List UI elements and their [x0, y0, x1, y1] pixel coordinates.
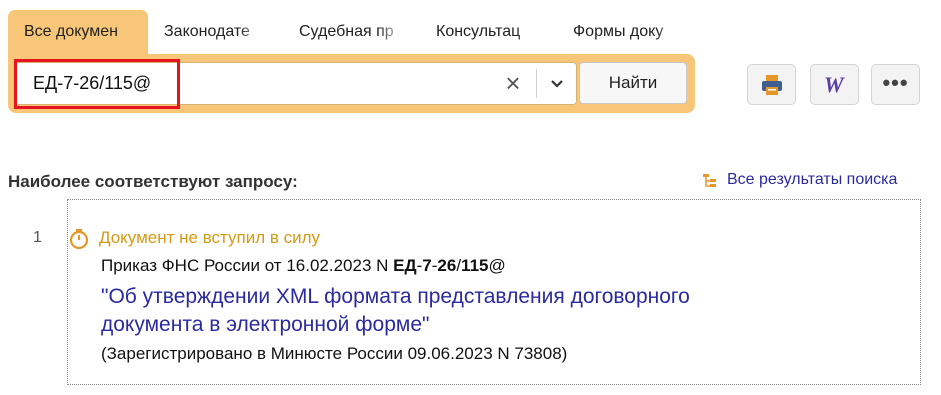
all-results-link[interactable]: Все результаты поиска [703, 171, 897, 189]
tab-label: Все докумен [24, 23, 118, 40]
tab-document-forms[interactable]: Формы доку [557, 10, 682, 54]
ref-match: 7 [422, 256, 432, 275]
word-export-button[interactable]: W [810, 64, 859, 105]
ref-match: 26 [437, 256, 457, 275]
tab-label: Консультац [436, 23, 521, 40]
tab-judicial-practice[interactable]: Судебная пр [283, 10, 404, 54]
status-text: Документ не вступил в силу [99, 228, 321, 247]
tab-label: Законодате [164, 23, 250, 40]
tab-label: Судебная пр [299, 23, 394, 40]
ref-prefix: Приказ ФНС России от 16.02.2023 N [101, 256, 394, 275]
title-line: "Об утверждении XML формата представлени… [101, 285, 690, 308]
find-button[interactable]: Найти [579, 62, 687, 104]
tab-consultations[interactable]: Консультац [420, 10, 542, 54]
document-reference: Приказ ФНС России от 16.02.2023 N ЕД-7-2… [101, 256, 506, 276]
svg-text:W: W [824, 73, 845, 97]
all-results-label: Все результаты поиска [727, 171, 898, 188]
stopwatch-icon [69, 229, 89, 250]
highlight-frame [14, 59, 180, 109]
word-export-icon: W [824, 73, 845, 97]
tab-label: Формы доку [573, 23, 664, 40]
more-dots-icon: ••• [882, 70, 909, 95]
tab-all-documents[interactable]: Все докумен [8, 10, 148, 54]
registration-note: (Зарегистрировано в Минюсте России 09.06… [101, 344, 568, 363]
result-number: 1 [33, 229, 42, 246]
printer-icon [762, 75, 782, 95]
chevron-down-icon[interactable] [537, 63, 577, 104]
document-status: Документ не вступил в силу [68, 228, 321, 250]
print-button[interactable] [747, 64, 796, 105]
tree-list-icon [703, 174, 716, 187]
clear-icon[interactable]: × [493, 63, 533, 104]
tab-bar: Все докумен Законодате Судебная пр Консу… [8, 10, 698, 54]
ref-match: 115 [461, 256, 489, 275]
ref-match: ЕД [393, 256, 417, 275]
ref-sep: @ [488, 256, 506, 275]
document-title-link[interactable]: "Об утверждении XML формата представлени… [101, 283, 690, 339]
section-title: Наиболее соответствуют запросу: [8, 172, 298, 191]
more-button[interactable]: ••• [871, 64, 920, 105]
tab-legislation[interactable]: Законодате [148, 10, 266, 54]
title-line: документа в электронной форме" [101, 313, 430, 336]
